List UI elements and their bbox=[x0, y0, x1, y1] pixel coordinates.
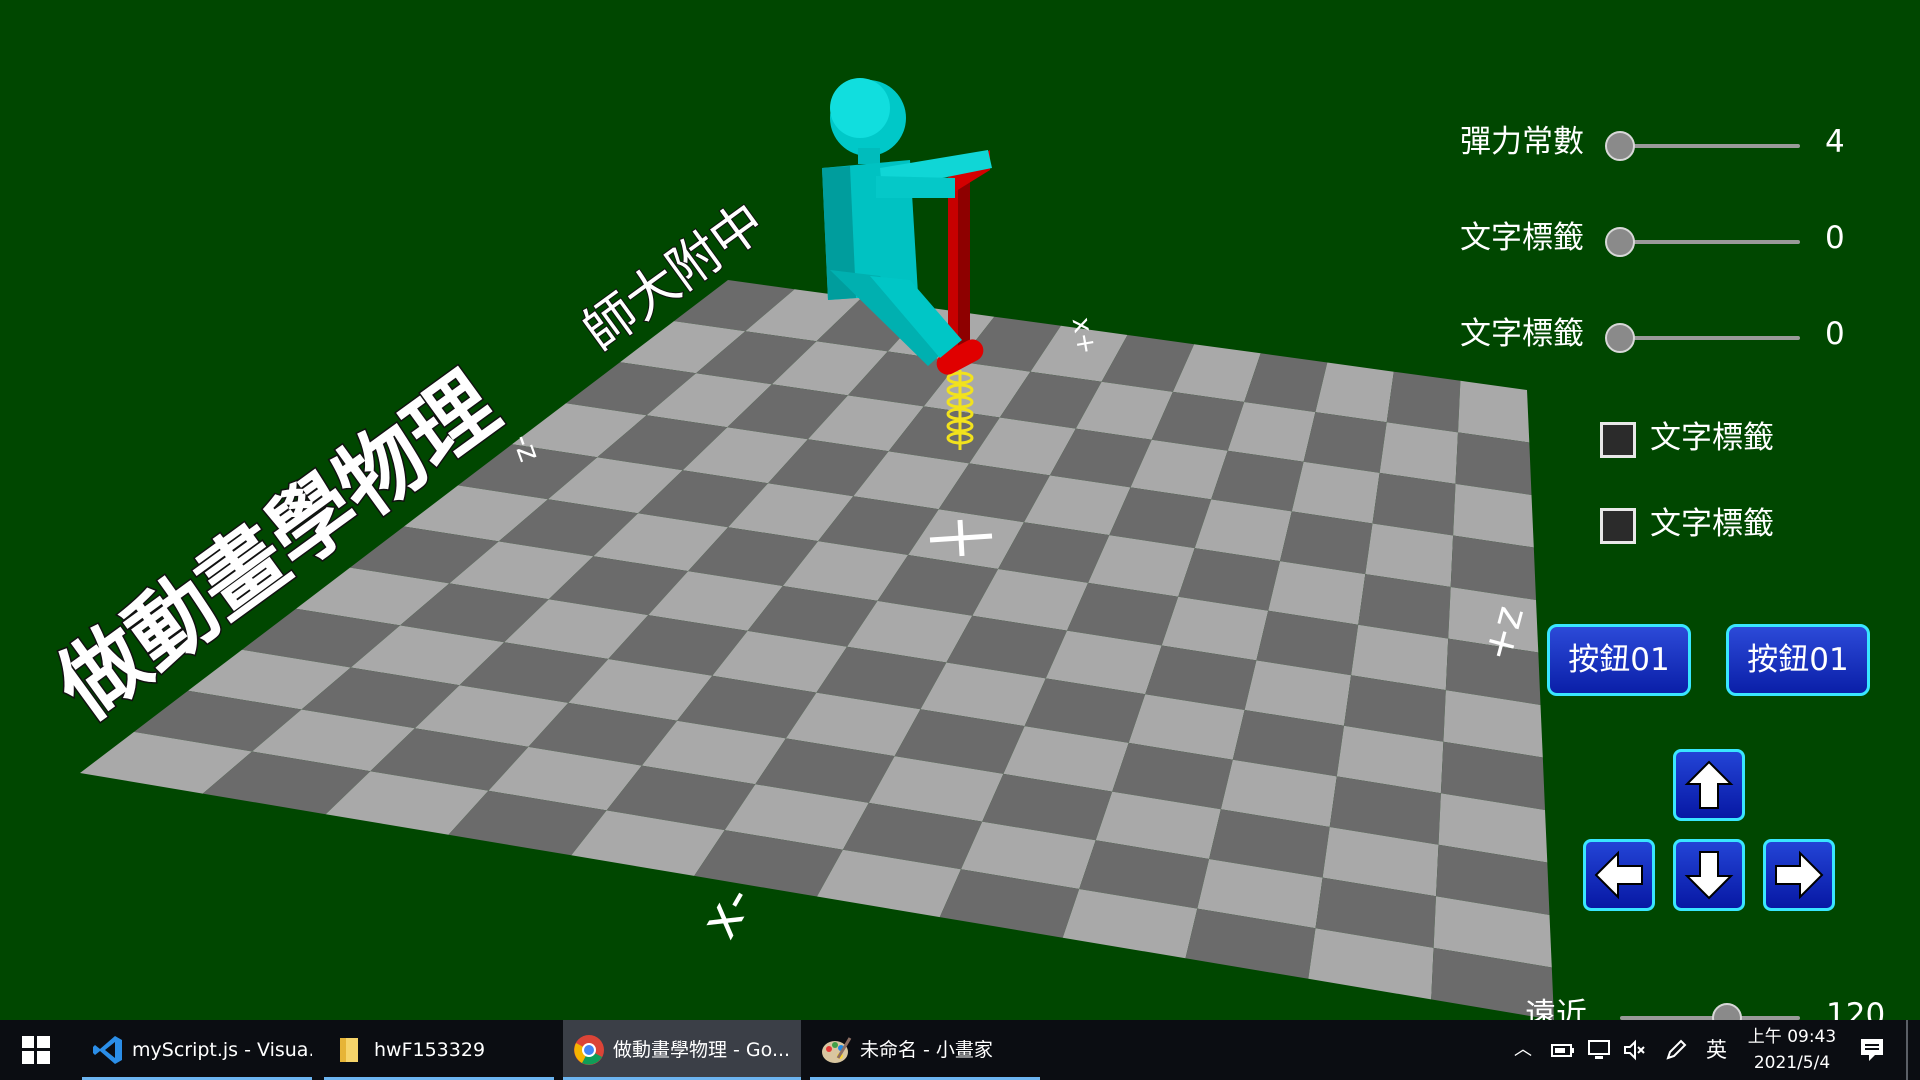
right-arrow-icon bbox=[1775, 850, 1824, 900]
slider-spring-constant-track[interactable] bbox=[1620, 144, 1800, 148]
vscode-icon bbox=[93, 1036, 122, 1064]
left-arrow-icon bbox=[1594, 850, 1643, 900]
clock-date: 2021/5/4 bbox=[1753, 1053, 1831, 1073]
axis-label-pos-x: x+ bbox=[1066, 315, 1102, 357]
button-01-left[interactable]: 按鈕01 bbox=[1547, 624, 1691, 696]
floor-tile bbox=[1458, 380, 1530, 443]
tray-chevron-up-icon[interactable]: ︿ bbox=[1514, 1020, 1538, 1080]
checkbox-1-label: 文字標籤 bbox=[1650, 420, 1774, 456]
battery-icon[interactable] bbox=[1551, 1040, 1575, 1060]
up-arrow-icon bbox=[1684, 760, 1734, 809]
taskbar-item-paint-label: 未命名 - 小畫家 bbox=[860, 1039, 993, 1061]
checkbox-row-1[interactable]: 文字標籤 bbox=[1600, 418, 1860, 462]
checkbox-2[interactable] bbox=[1600, 508, 1636, 544]
checkbox-1[interactable] bbox=[1600, 422, 1636, 458]
slider-text-label-1-label: 文字標籤 bbox=[1460, 220, 1584, 256]
taskbar-clock[interactable]: 上午 09:43 2021/5/4 bbox=[1742, 1024, 1842, 1076]
slider-text-label-2-value: 0 bbox=[1825, 316, 1845, 352]
taskbar-item-paint[interactable]: 未命名 - 小畫家 bbox=[810, 1020, 1040, 1080]
down-arrow-button[interactable] bbox=[1673, 839, 1745, 911]
chrome-icon bbox=[574, 1035, 604, 1065]
notification-icon[interactable] bbox=[1858, 1036, 1886, 1064]
taskbar: myScript.js - Visua... hwF153329 做動畫學物理 … bbox=[0, 1020, 1920, 1080]
floor-tile bbox=[1315, 362, 1394, 423]
slider-text-label-1-track[interactable] bbox=[1620, 240, 1800, 244]
floor-tile bbox=[1386, 371, 1461, 433]
up-arrow-button[interactable] bbox=[1673, 749, 1745, 821]
slider-spring-constant-thumb[interactable] bbox=[1605, 131, 1635, 161]
pen-icon[interactable] bbox=[1664, 1038, 1688, 1062]
checkerboard-floor bbox=[80, 280, 1554, 1020]
slider-text-label-2-label: 文字標籤 bbox=[1460, 316, 1584, 352]
checkbox-row-2[interactable]: 文字標籤 bbox=[1600, 504, 1860, 548]
slider-text-label-1-thumb[interactable] bbox=[1605, 227, 1635, 257]
slider-text-label-2-thumb[interactable] bbox=[1605, 323, 1635, 353]
slider-spring-constant-label: 彈力常數 bbox=[1460, 124, 1584, 160]
left-arrow-button[interactable] bbox=[1583, 839, 1655, 911]
windows-start-icon bbox=[22, 1036, 50, 1064]
button-01-right[interactable]: 按鈕01 bbox=[1726, 624, 1870, 696]
slider-spring-constant-value: 4 bbox=[1825, 124, 1845, 160]
axis-label-neg-x: x- bbox=[689, 875, 766, 948]
clock-time: 上午 09:43 bbox=[1747, 1027, 1837, 1047]
taskbar-item-vscode-label: myScript.js - Visua... bbox=[132, 1039, 312, 1061]
checkbox-2-label: 文字標籤 bbox=[1650, 506, 1774, 542]
down-arrow-icon bbox=[1684, 851, 1734, 900]
taskbar-item-chrome-label: 做動畫學物理 - Go... bbox=[613, 1039, 791, 1061]
network-icon[interactable] bbox=[1587, 1038, 1611, 1062]
folder-icon bbox=[340, 1038, 358, 1062]
show-desktop-divider[interactable] bbox=[1906, 1020, 1908, 1080]
slider-text-label-1-value: 0 bbox=[1825, 220, 1845, 256]
volume-muted-icon[interactable] bbox=[1622, 1038, 1646, 1062]
taskbar-item-folder[interactable]: hwF153329 bbox=[324, 1020, 554, 1080]
slider-text-label-2-track[interactable] bbox=[1620, 336, 1800, 340]
paint-icon bbox=[822, 1037, 852, 1063]
ime-indicator[interactable]: 英 bbox=[1706, 1020, 1736, 1080]
taskbar-item-chrome[interactable]: 做動畫學物理 - Go... bbox=[563, 1020, 801, 1080]
taskbar-item-folder-label: hwF153329 bbox=[374, 1039, 486, 1061]
right-arrow-button[interactable] bbox=[1763, 839, 1835, 911]
start-button[interactable] bbox=[0, 1020, 70, 1080]
taskbar-item-vscode[interactable]: myScript.js - Visua... bbox=[82, 1020, 312, 1080]
